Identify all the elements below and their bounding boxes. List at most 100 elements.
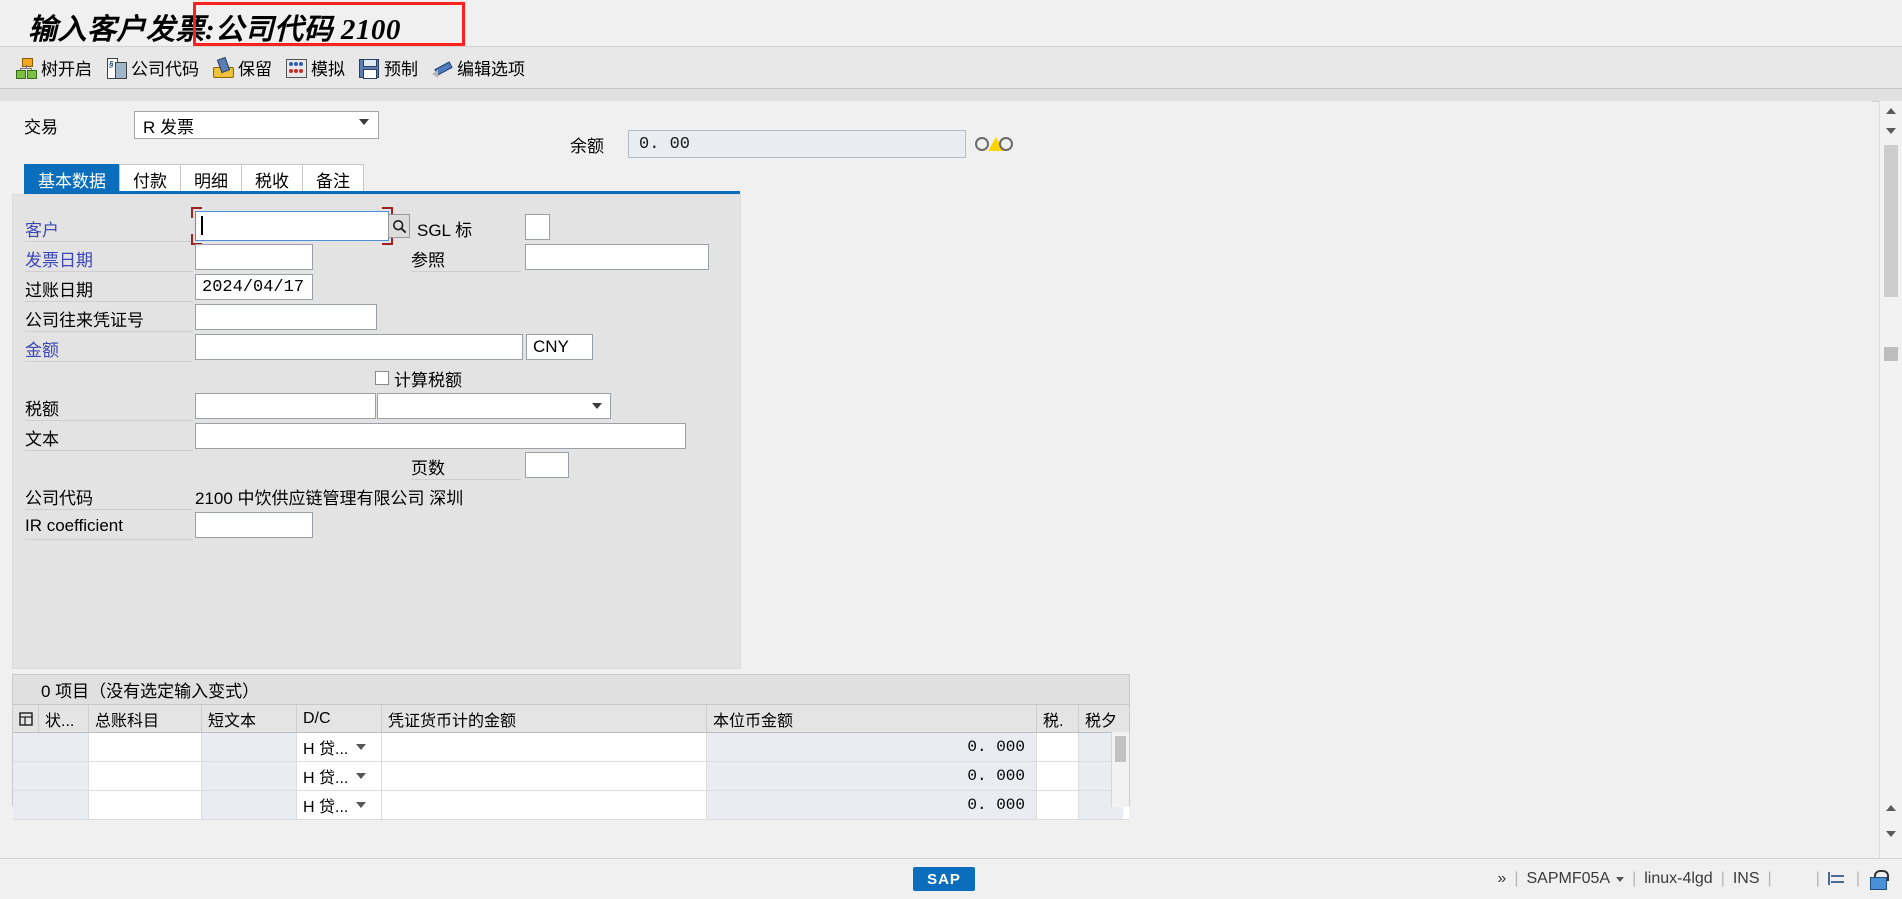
toolbar-button-tree[interactable]: 树开启 <box>12 53 102 82</box>
table-row[interactable]: H 贷... 0. 000 <box>13 733 1129 762</box>
divider-customer <box>25 241 193 242</box>
cell-doc-currency-amount[interactable] <box>382 791 707 819</box>
grid-col-doc-currency-amount[interactable]: 凭证货币计的金额 <box>382 705 707 732</box>
sgl-indicator-input[interactable] <box>525 214 550 240</box>
cell-local-currency-amount[interactable]: 0. 000 <box>707 791 1037 819</box>
grid-col-gl-account[interactable]: 总账科目 <box>89 705 202 732</box>
divider-cross-company <box>25 331 193 332</box>
amount-currency-input[interactable]: CNY <box>526 334 593 360</box>
divider-posting-date <box>25 301 193 302</box>
sap-logo: SAP <box>913 867 975 891</box>
chevron-down-icon[interactable] <box>1616 876 1625 882</box>
simulate-icon <box>286 58 307 78</box>
cell-dc-value: H 贷... <box>303 799 349 816</box>
tab-details[interactable]: 明细 <box>180 164 242 193</box>
cell-doc-currency-amount[interactable] <box>382 733 707 761</box>
page-scrollbar-grip[interactable] <box>1884 347 1898 361</box>
table-row[interactable]: H 贷... 0. 000 <box>13 762 1129 791</box>
amount-currency-value: CNY <box>533 337 569 356</box>
divider-reference <box>411 271 521 272</box>
customer-input[interactable] <box>195 211 389 241</box>
cell-status[interactable] <box>39 733 89 761</box>
company-code-label-wrap: 公司代码 <box>25 483 93 509</box>
line-item-header: 0 项目（没有选定输入变式） <box>13 675 1129 705</box>
cell-status[interactable] <box>39 791 89 819</box>
tax-amount-label: 税额 <box>25 399 59 419</box>
status-expand-button[interactable]: » <box>1497 870 1506 888</box>
grid-vertical-scrollbar[interactable] <box>1111 732 1129 807</box>
customer-search-help-icon[interactable] <box>388 214 410 238</box>
tab-payment[interactable]: 付款 <box>119 164 181 193</box>
amount-input[interactable] <box>195 334 523 360</box>
table-row[interactable]: H 贷... 0. 000 <box>13 791 1129 820</box>
toolbar-button-park[interactable]: 预制 <box>355 53 428 82</box>
divider-text <box>25 450 193 451</box>
cell-tax[interactable] <box>1037 733 1079 761</box>
toolbar-button-company-code[interactable]: § 公司代码 <box>102 53 209 82</box>
row-selector[interactable] <box>13 762 39 790</box>
sap-logo-text: SAP <box>927 870 961 888</box>
invoice-date-label-wrap: 发票日期 <box>25 245 93 271</box>
cross-company-doc-input[interactable] <box>195 304 377 330</box>
cell-dc[interactable]: H 贷... <box>297 762 382 790</box>
posting-date-input[interactable]: 2024/04/17 <box>195 274 313 300</box>
toolbar-label-park: 预制 <box>384 60 418 79</box>
cell-status[interactable] <box>39 762 89 790</box>
grid-col-dc[interactable]: D/C <box>297 705 382 732</box>
reference-label: 参照 <box>411 250 445 270</box>
cell-local-currency-amount[interactable]: 0. 000 <box>707 733 1037 761</box>
cell-local-currency-amount[interactable]: 0. 000 <box>707 762 1037 790</box>
scroll-down-button[interactable] <box>1880 824 1902 844</box>
page-scrollbar-thumb[interactable] <box>1884 145 1898 297</box>
tab-notes[interactable]: 备注 <box>302 164 364 193</box>
grid-col-tax2[interactable]: 税夕 <box>1079 705 1123 732</box>
scroll-up-page-button[interactable] <box>1880 121 1902 141</box>
cell-tax[interactable] <box>1037 791 1079 819</box>
cell-short-text[interactable] <box>202 791 297 819</box>
status-insert-mode[interactable]: INS <box>1733 870 1760 888</box>
grid-col-status[interactable]: 状... <box>39 705 89 732</box>
pages-input[interactable] <box>525 452 569 478</box>
calculate-tax-checkbox[interactable] <box>375 371 389 385</box>
tab-basic-data[interactable]: 基本数据 <box>24 164 120 193</box>
grid-select-all-icon[interactable] <box>13 705 39 732</box>
cell-gl-account[interactable] <box>89 733 202 761</box>
grid-col-local-currency-amount[interactable]: 本位币金额 <box>707 705 1037 732</box>
chevron-down-icon <box>1886 831 1896 837</box>
toolbar-button-hold[interactable]: 保留 <box>209 53 282 82</box>
calculate-tax-row[interactable]: 计算税额 <box>375 365 462 391</box>
balance-field: 0. 00 <box>628 130 966 158</box>
tab-navigation-icon[interactable] <box>1827 871 1848 887</box>
cell-doc-currency-amount[interactable] <box>382 762 707 790</box>
invoice-date-input[interactable] <box>195 244 313 270</box>
cell-dc[interactable]: H 贷... <box>297 733 382 761</box>
scroll-up-button[interactable] <box>1880 101 1902 121</box>
text-input[interactable] <box>195 423 686 449</box>
invoice-date-label: 发票日期 <box>25 250 93 270</box>
toolbar-button-edit-options[interactable]: 编辑选项 <box>428 53 535 82</box>
transaction-select[interactable]: R 发票 <box>134 111 379 139</box>
page-vertical-scrollbar[interactable] <box>1879 101 1902 858</box>
cell-dc[interactable]: H 贷... <box>297 791 382 819</box>
tax-amount-input[interactable] <box>195 393 376 419</box>
cell-gl-account[interactable] <box>89 762 202 790</box>
tab-tax[interactable]: 税收 <box>241 164 303 193</box>
status-divider: | <box>1855 870 1860 887</box>
cell-short-text[interactable] <box>202 733 297 761</box>
toolbar-button-simulate[interactable]: 模拟 <box>282 53 355 82</box>
tax-code-select[interactable] <box>377 393 611 419</box>
cell-tax[interactable] <box>1037 762 1079 790</box>
grid-scrollbar-thumb[interactable] <box>1115 736 1126 762</box>
cell-short-text[interactable] <box>202 762 297 790</box>
transaction-label: 交易 <box>24 117 58 137</box>
ir-coefficient-input[interactable] <box>195 512 313 538</box>
chevron-up-icon <box>1886 805 1896 811</box>
scroll-down-page-button[interactable] <box>1880 798 1902 818</box>
row-selector[interactable] <box>13 733 39 761</box>
grid-col-tax[interactable]: 税. <box>1037 705 1079 732</box>
lock-icon[interactable] <box>1868 869 1889 890</box>
grid-col-short-text[interactable]: 短文本 <box>202 705 297 732</box>
reference-input[interactable] <box>525 244 709 270</box>
row-selector[interactable] <box>13 791 39 819</box>
cell-gl-account[interactable] <box>89 791 202 819</box>
